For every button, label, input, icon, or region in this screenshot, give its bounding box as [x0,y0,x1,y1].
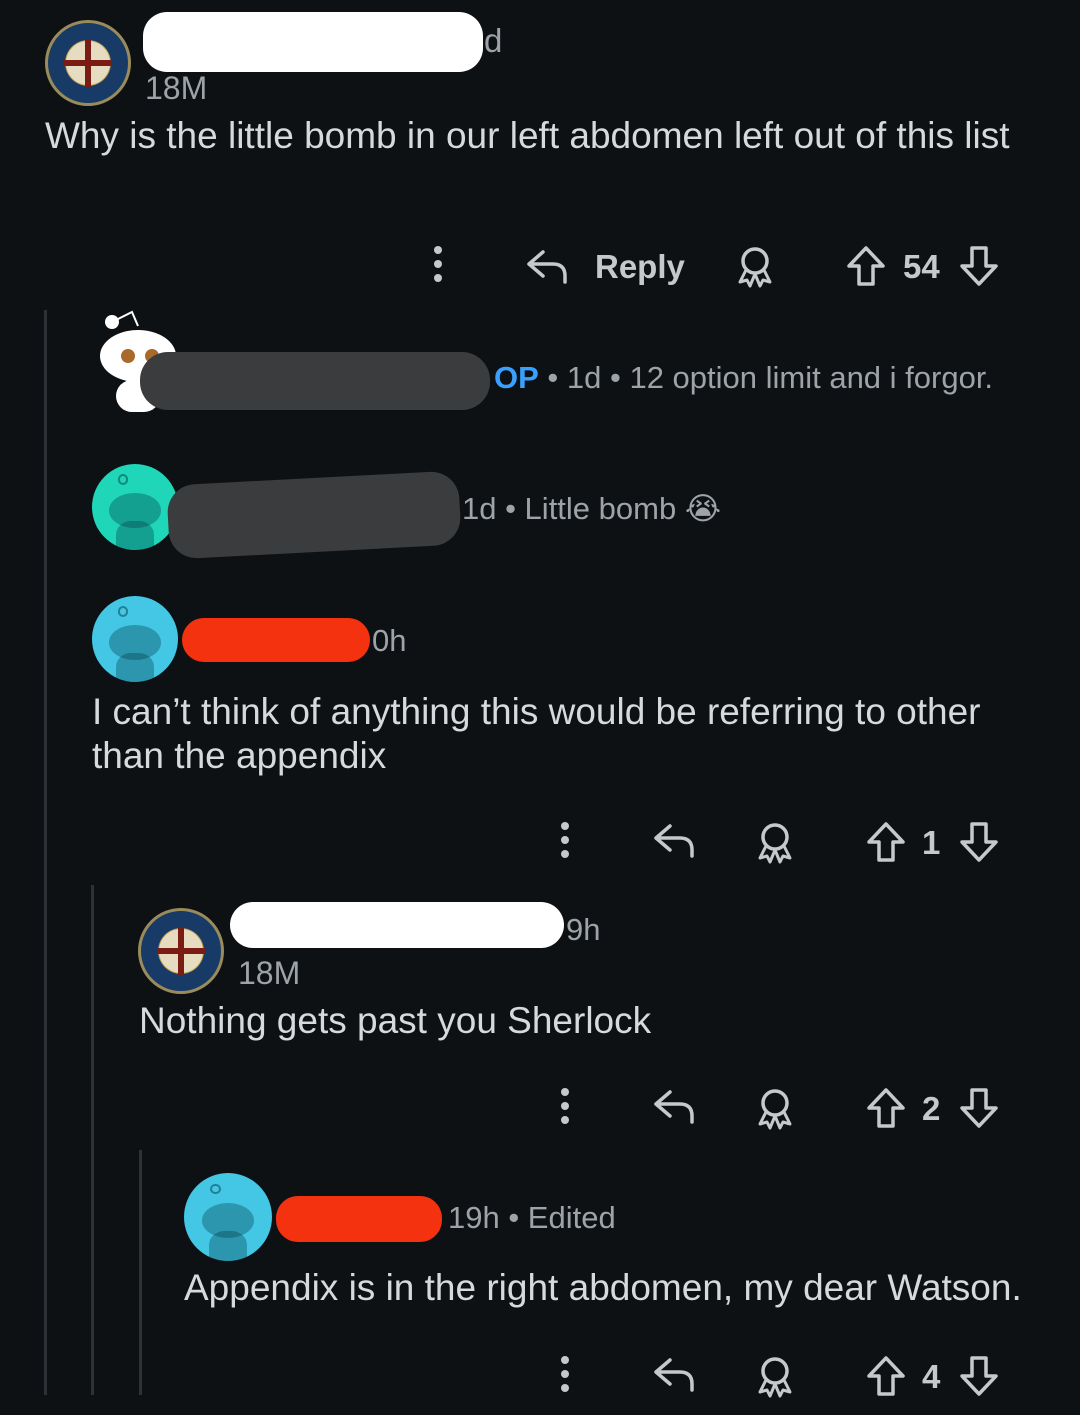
downvote-arrow-icon[interactable] [958,1354,1000,1398]
user-avatar-snoo[interactable] [184,1173,272,1261]
award-icon[interactable] [754,820,796,864]
comment-body: Nothing gets past you Sherlock [139,1000,652,1041]
more-vertical-icon[interactable] [555,1354,575,1394]
username-redaction [166,470,462,560]
vote-count: 1 [922,824,941,861]
username-redaction [230,902,564,948]
reply-arrow-icon [525,246,571,286]
user-avatar-medal[interactable] [45,20,131,106]
comment-body: Why is the little bomb in our left abdom… [45,115,1010,156]
more-vertical-icon[interactable] [555,1086,575,1126]
thread-line-level-2 [91,885,94,1395]
more-vertical-icon[interactable] [555,820,575,860]
comment-meta: 0h [372,623,407,658]
user-avatar-medal[interactable] [138,908,224,994]
username-redaction [276,1196,442,1242]
vote-count: 2 [922,1090,941,1127]
downvote-arrow-icon[interactable] [958,244,1000,288]
reply-arrow-icon[interactable] [652,1354,698,1394]
award-icon[interactable] [754,1354,796,1398]
downvote-arrow-icon[interactable] [958,820,1000,864]
comment-body: I can’t think of anything this would be … [92,691,981,776]
upvote-arrow-icon[interactable] [865,1086,907,1130]
comment-meta-text: • 1d • 12 option limit and i forgor. [547,360,994,395]
comment-meta: 1d • Little bomb 😭 [462,491,722,526]
vote-count: 4 [922,1358,941,1395]
username-trailing-letter: d [484,22,503,59]
more-vertical-icon[interactable] [428,244,448,284]
comment-meta: OP • 1d • 12 option limit and i forgor. [494,360,993,396]
thread-line-level-3 [139,1150,142,1395]
comment-meta: 18M [145,70,208,106]
comment-body: Appendix is in the right abdomen, my dea… [184,1267,1022,1308]
upvote-arrow-icon[interactable] [865,1354,907,1398]
vote-count: 54 [903,248,940,285]
user-avatar-snoo[interactable] [92,596,178,682]
username-redaction [140,352,490,410]
award-icon[interactable] [754,1086,796,1130]
upvote-arrow-icon[interactable] [865,820,907,864]
downvote-arrow-icon[interactable] [958,1086,1000,1130]
comment-time: 9h [566,912,601,947]
comment-meta: 19h • Edited [448,1200,616,1235]
comment-meta: 18M [238,955,301,991]
award-icon[interactable] [734,244,776,288]
reply-arrow-icon[interactable] [652,1086,698,1126]
thread-line-level-1 [44,310,47,1395]
username-redaction [143,12,483,72]
upvote-arrow-icon[interactable] [845,244,887,288]
reply-button[interactable]: Reply [525,244,685,288]
op-badge: OP [494,360,539,395]
username-redaction [182,618,370,662]
reply-label: Reply [595,248,685,285]
user-avatar-snoo[interactable] [92,464,178,550]
reply-arrow-icon[interactable] [652,820,698,860]
